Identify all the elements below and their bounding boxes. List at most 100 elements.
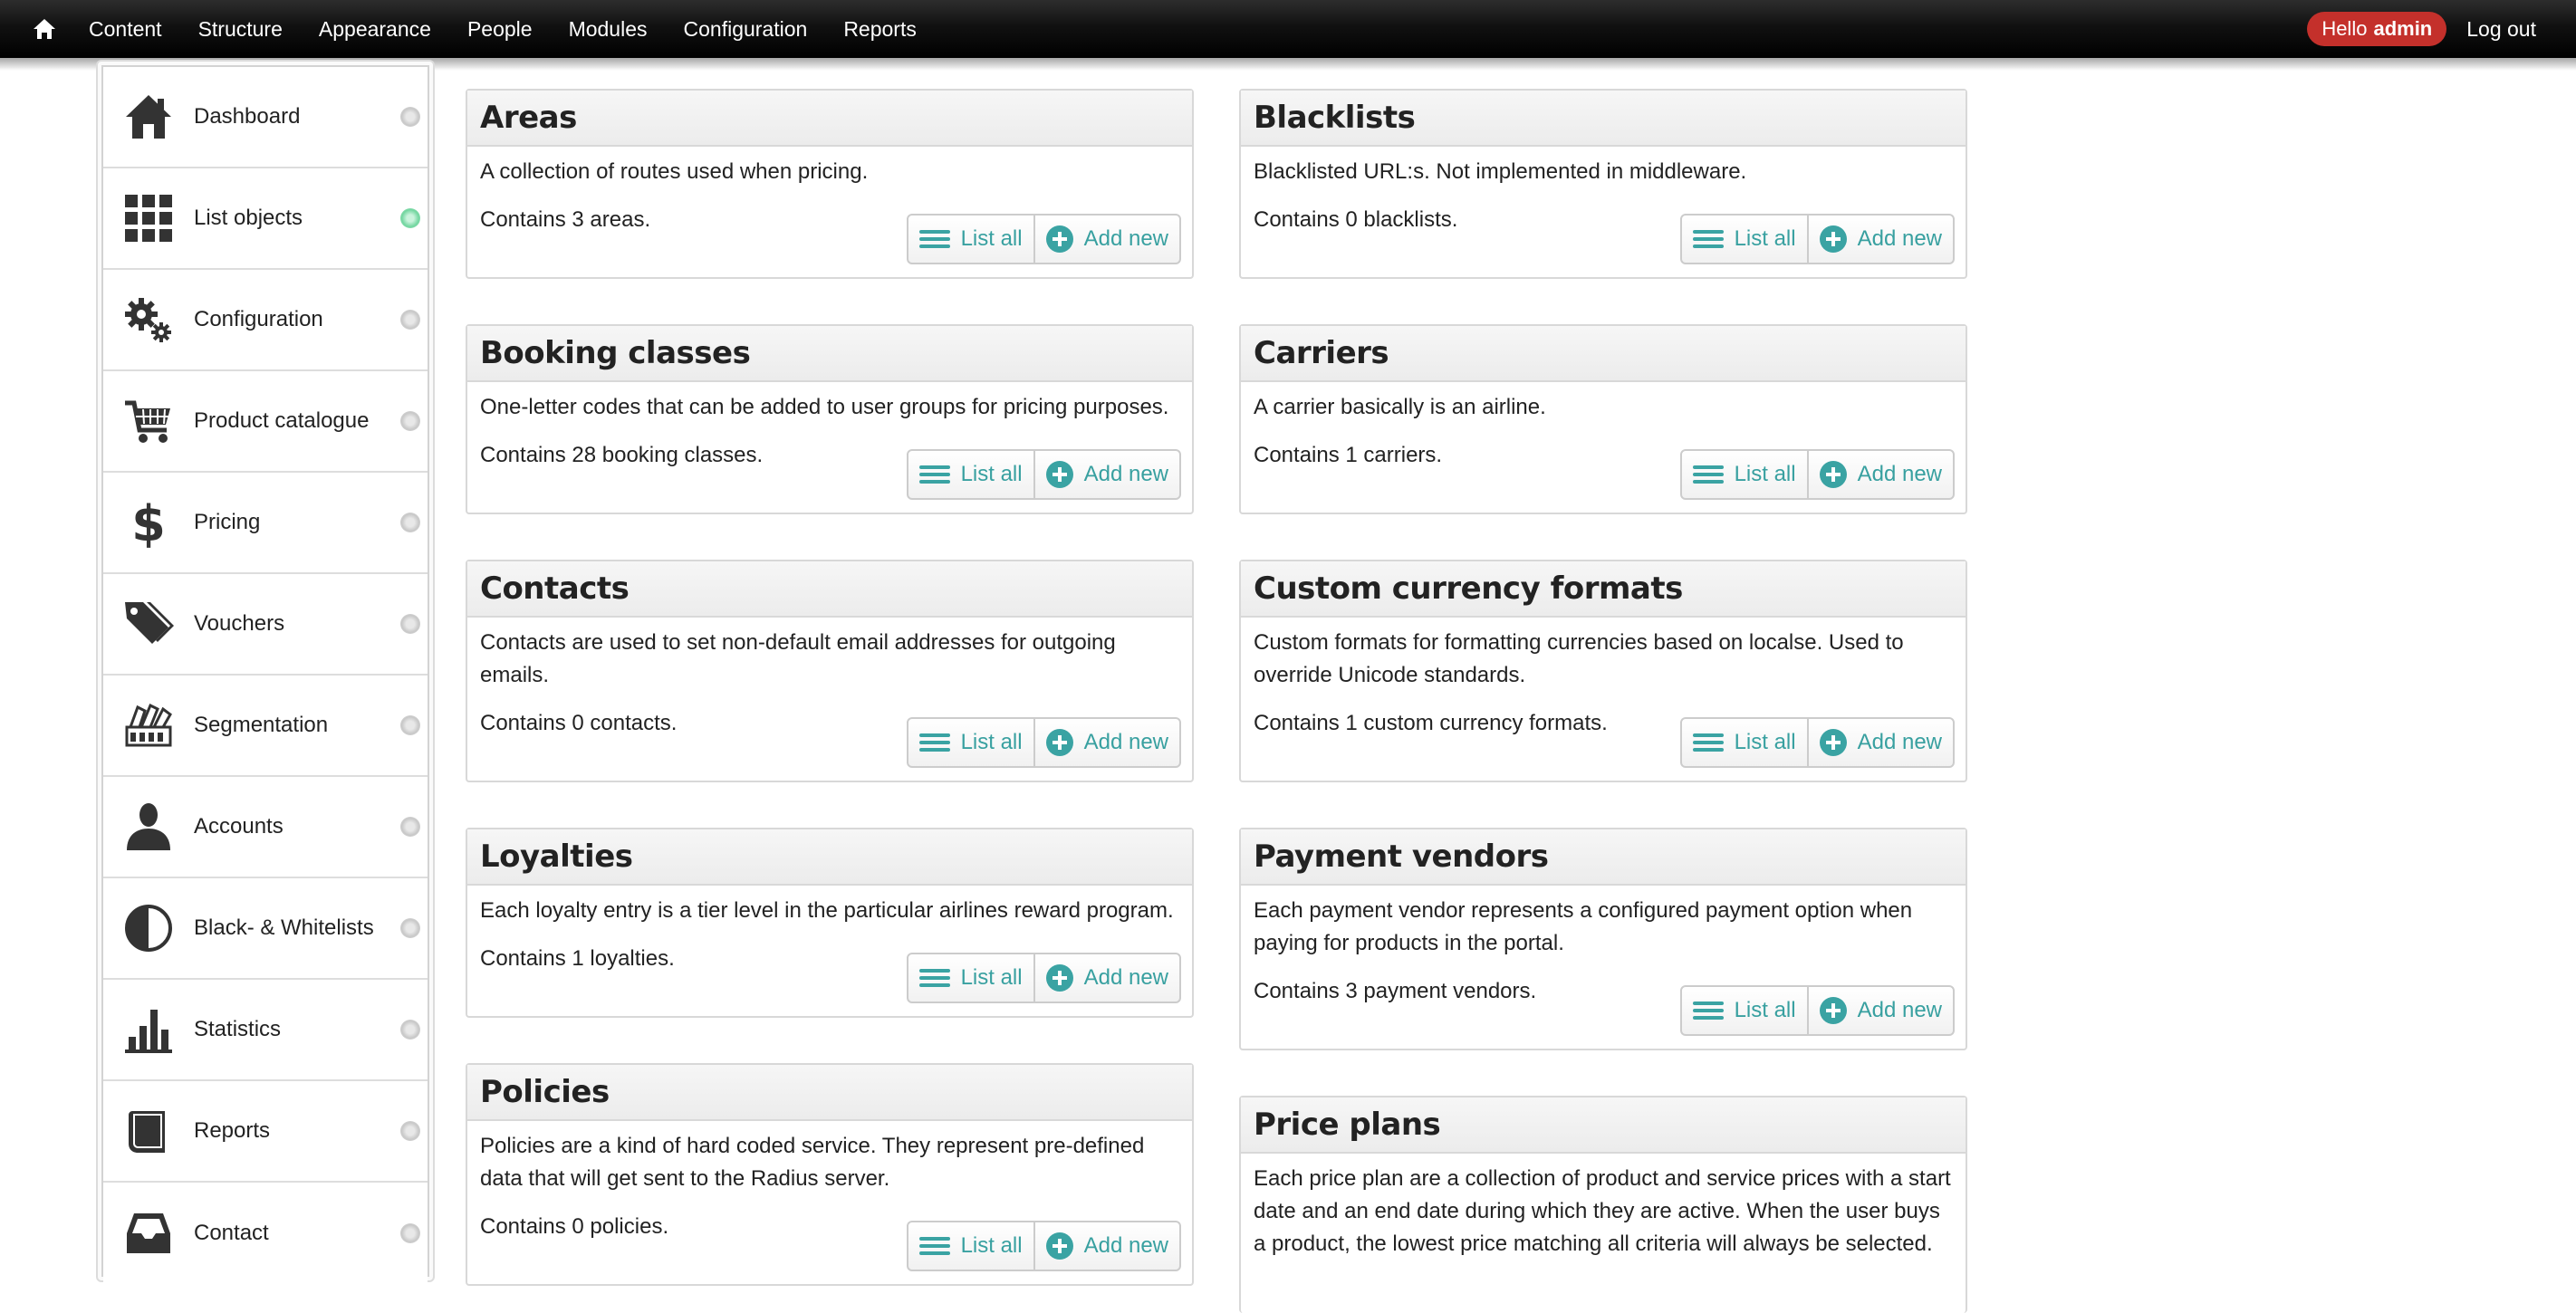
sidebar-item-segmentation[interactable]: Segmentation — [103, 676, 428, 777]
menu-modules[interactable]: Modules — [569, 17, 648, 42]
add-new-button[interactable]: Add new — [1033, 1222, 1179, 1270]
list-icon — [1692, 465, 1724, 484]
plus-circle-icon — [1045, 461, 1073, 488]
list-icon — [918, 969, 950, 987]
menu-reports[interactable]: Reports — [843, 17, 917, 42]
list-all-label: List all — [960, 965, 1023, 990]
list-all-button[interactable]: List all — [908, 1222, 1033, 1270]
sidebar-item-accounts[interactable]: Accounts — [103, 777, 428, 878]
sidebar-item-label: Contact — [194, 1221, 269, 1245]
list-all-button[interactable]: List all — [908, 216, 1033, 263]
sidebar-item-label: List objects — [194, 206, 303, 230]
card-description: Policies are a kind of hard coded servic… — [480, 1134, 1145, 1191]
status-dot — [400, 1121, 420, 1141]
card-description: A carrier basically is an airline. — [1254, 395, 1546, 419]
list-all-button[interactable]: List all — [1682, 451, 1807, 498]
sidebar-item-label: Segmentation — [194, 713, 329, 737]
status-dot — [400, 614, 420, 634]
tags-icon — [125, 602, 174, 644]
card-body: Each price plan are a collection of prod… — [1241, 1154, 1966, 1260]
sidebar-item-label: Dashboard — [194, 104, 301, 129]
home-link[interactable] — [20, 0, 69, 58]
sidebar-item-list-objects[interactable]: List objects — [103, 168, 428, 270]
card-actions: List all Add new — [906, 953, 1181, 1003]
add-new-button[interactable]: Add new — [1033, 451, 1179, 498]
sidebar-item-black-whitelists[interactable]: Black- & Whitelists — [103, 878, 428, 980]
logout-link[interactable]: Log out — [2466, 17, 2536, 42]
plus-circle-icon — [1045, 729, 1073, 756]
sidebar-item-reports[interactable]: Reports — [103, 1081, 428, 1183]
card-actions: List all Add new — [906, 717, 1181, 768]
add-new-button[interactable]: Add new — [1806, 451, 1953, 498]
status-dot — [400, 513, 420, 532]
list-all-button[interactable]: List all — [908, 451, 1033, 498]
sidebar-item-vouchers[interactable]: Vouchers — [103, 574, 428, 676]
menu-configuration[interactable]: Configuration — [684, 17, 808, 42]
add-new-label: Add new — [1857, 462, 1942, 486]
sidebar-item-dashboard[interactable]: Dashboard — [103, 67, 428, 168]
add-new-button[interactable]: Add new — [1806, 216, 1953, 263]
plus-circle-icon — [1819, 729, 1847, 756]
list-all-button[interactable]: List all — [908, 719, 1033, 766]
grid-icon — [125, 195, 172, 242]
sidebar-item-contact[interactable]: Contact — [103, 1183, 428, 1284]
user-greeting[interactable]: Hello admin — [2307, 12, 2447, 46]
list-all-label: List all — [1734, 998, 1796, 1022]
card-actions: List all Add new — [906, 214, 1181, 264]
card-header: Areas — [467, 91, 1192, 147]
list-all-label: List all — [960, 226, 1023, 251]
card-description: Each loyalty entry is a tier level in th… — [480, 898, 1174, 923]
card-loyalties: Loyalties Each loyalty entry is a tier l… — [466, 828, 1194, 1018]
status-dot — [400, 715, 420, 735]
menu-people[interactable]: People — [467, 17, 533, 42]
menu-content[interactable]: Content — [89, 17, 162, 42]
menu-appearance[interactable]: Appearance — [319, 17, 431, 42]
sidebar-item-product-catalogue[interactable]: Product catalogue — [103, 371, 428, 473]
card-price-plans: Price plans Each price plan are a collec… — [1239, 1096, 1967, 1313]
card-title: Booking classes — [480, 335, 751, 371]
swatches-icon — [125, 703, 172, 747]
sidebar-item-label: Configuration — [194, 307, 323, 331]
card-header: Payment vendors — [1241, 829, 1966, 886]
card-title: Payment vendors — [1254, 839, 1549, 875]
add-new-label: Add new — [1083, 226, 1168, 251]
card-title: Loyalties — [480, 839, 633, 875]
card-title: Carriers — [1254, 335, 1389, 371]
add-new-button[interactable]: Add new — [1033, 216, 1179, 263]
sidebar: Dashboard List objects Configuration Pro… — [96, 60, 435, 1284]
list-all-button[interactable]: List all — [1682, 987, 1807, 1034]
sidebar-item-pricing[interactable]: $ Pricing — [103, 473, 428, 574]
card-title: Areas — [480, 100, 577, 136]
list-all-button[interactable]: List all — [908, 954, 1033, 1002]
card-custom-currency-formats: Custom currency formats Custom formats f… — [1239, 560, 1967, 782]
add-new-button[interactable]: Add new — [1806, 719, 1953, 766]
card-booking-classes: Booking classes One-letter codes that ca… — [466, 324, 1194, 514]
cart-icon — [125, 400, 170, 443]
list-icon — [918, 465, 950, 484]
add-new-label: Add new — [1857, 730, 1942, 754]
add-new-button[interactable]: Add new — [1806, 987, 1953, 1034]
list-icon — [918, 230, 950, 248]
card-header: Policies — [467, 1065, 1192, 1121]
list-all-button[interactable]: List all — [1682, 216, 1807, 263]
sidebar-item-statistics[interactable]: Statistics — [103, 980, 428, 1081]
add-new-button[interactable]: Add new — [1033, 719, 1179, 766]
toolbar-user-area: Hello admin Log out — [2307, 0, 2536, 58]
card-actions: List all Add new — [1679, 449, 1955, 500]
sidebar-item-configuration[interactable]: Configuration — [103, 270, 428, 371]
card-header: Blacklists — [1241, 91, 1966, 147]
add-new-button[interactable]: Add new — [1033, 954, 1179, 1002]
sidebar-item-label: Pricing — [194, 510, 261, 534]
house-icon — [126, 95, 171, 139]
list-all-button[interactable]: List all — [1682, 719, 1807, 766]
list-all-label: List all — [1734, 226, 1796, 251]
menu-structure[interactable]: Structure — [198, 17, 283, 42]
list-all-label: List all — [1734, 462, 1796, 486]
card-title: Blacklists — [1254, 100, 1416, 136]
card-actions: List all Add new — [906, 1221, 1181, 1271]
card-description: Contacts are used to set non-default ema… — [480, 630, 1116, 687]
admin-toolbar: Content Structure Appearance People Modu… — [0, 0, 2576, 71]
status-dot — [400, 817, 420, 837]
greeting-text: Hello — [2321, 17, 2368, 40]
list-icon — [1692, 733, 1724, 752]
